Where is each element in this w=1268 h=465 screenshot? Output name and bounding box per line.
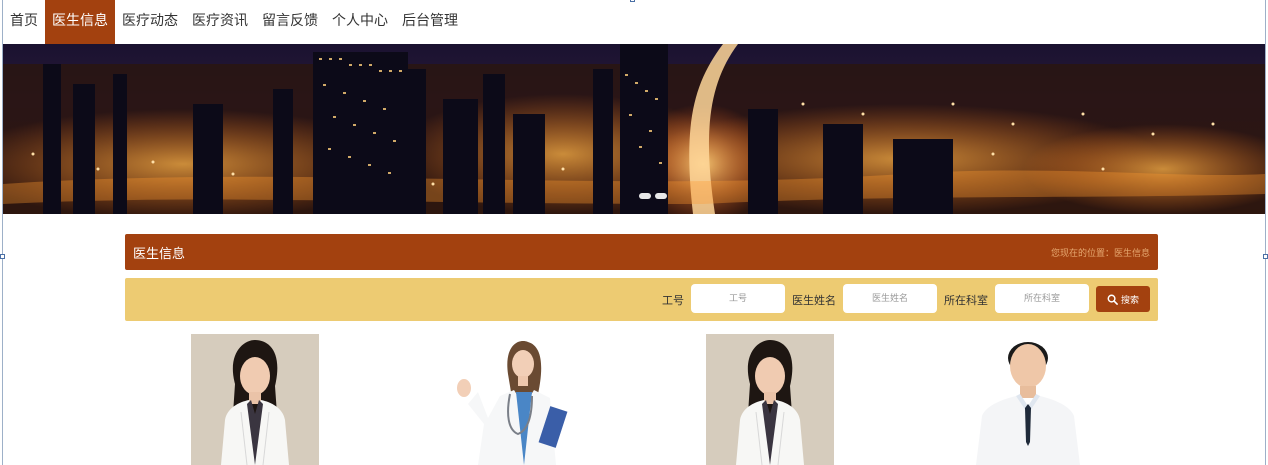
male-doctor-photo xyxy=(966,334,1094,465)
nav-item-medical-info[interactable]: 医疗资讯 xyxy=(185,0,255,44)
nav-item-doctors[interactable]: 医生信息 xyxy=(45,0,115,44)
department-input[interactable] xyxy=(995,284,1089,313)
female-doctor-photo xyxy=(706,334,834,465)
employee-id-input[interactable] xyxy=(691,284,785,313)
nav-item-home[interactable]: 首页 xyxy=(3,0,45,44)
search-icon xyxy=(1107,294,1118,305)
carousel-dots xyxy=(639,193,667,199)
resize-handle-top[interactable] xyxy=(630,0,635,2)
resize-handle-right[interactable] xyxy=(1263,254,1268,259)
nav-item-medical-news[interactable]: 医疗动态 xyxy=(115,0,185,44)
doctor-name-input[interactable] xyxy=(843,284,937,313)
city-night-banner-image xyxy=(3,44,1265,214)
nav-item-user-center[interactable]: 个人中心 xyxy=(325,0,395,44)
search-button-label: 搜索 xyxy=(1120,295,1139,306)
section-title: 医生信息 xyxy=(133,247,186,262)
female-doctor-clipboard-photo xyxy=(448,334,576,465)
search-bar: 工号 医生姓名 所在科室 搜索 xyxy=(125,278,1158,321)
employee-id-label: 工号 xyxy=(662,294,684,307)
doctor-card[interactable] xyxy=(191,334,319,465)
carousel-dot-2[interactable] xyxy=(655,193,667,199)
banner-carousel[interactable] xyxy=(3,44,1265,214)
section-header: 医生信息 您现在的位置：医生信息 xyxy=(125,234,1158,270)
doctor-card[interactable] xyxy=(448,334,576,465)
doctor-card[interactable] xyxy=(966,334,1094,465)
nav-item-admin[interactable]: 后台管理 xyxy=(395,0,465,44)
resize-handle-left[interactable] xyxy=(0,254,5,259)
breadcrumb: 您现在的位置：医生信息 xyxy=(1050,249,1150,259)
carousel-dot-1[interactable] xyxy=(639,193,651,199)
department-label: 所在科室 xyxy=(944,294,988,307)
doctor-card[interactable] xyxy=(706,334,834,465)
nav-item-feedback[interactable]: 留言反馈 xyxy=(255,0,325,44)
top-nav: 首页 医生信息 医疗动态 医疗资讯 留言反馈 个人中心 后台管理 xyxy=(3,0,465,44)
doctor-name-label: 医生姓名 xyxy=(792,294,836,307)
female-doctor-photo xyxy=(191,334,319,465)
search-button[interactable]: 搜索 xyxy=(1096,286,1150,312)
